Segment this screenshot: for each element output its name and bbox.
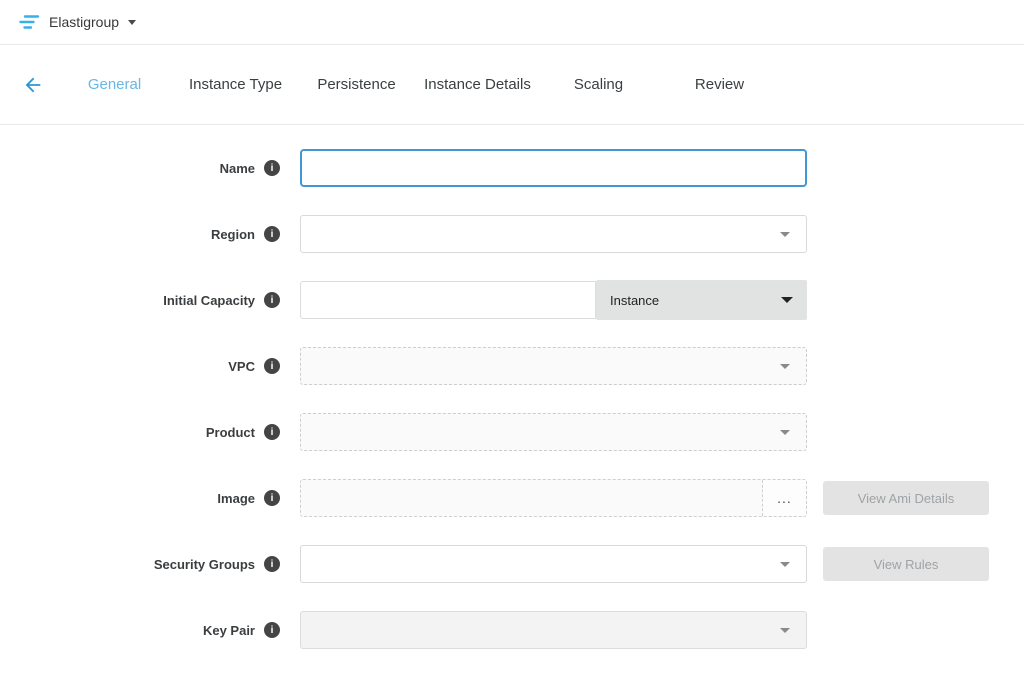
tab-scaling[interactable]: Scaling — [538, 76, 659, 93]
product-select — [300, 413, 807, 451]
tab-instance-details[interactable]: Instance Details — [417, 76, 538, 93]
top-bar: Elastigroup — [0, 0, 1024, 45]
info-icon[interactable]: i — [264, 358, 280, 374]
image-input: ... — [300, 479, 807, 517]
info-icon[interactable]: i — [264, 556, 280, 572]
chevron-down-icon — [781, 297, 793, 303]
info-icon[interactable]: i — [264, 622, 280, 638]
tab-persistence[interactable]: Persistence — [296, 76, 417, 93]
info-icon[interactable]: i — [264, 292, 280, 308]
tab-review[interactable]: Review — [659, 76, 780, 93]
general-form: Name i Region i Initial Capacity i Inst — [0, 125, 1024, 649]
field-row-security-groups: Security Groups i View Rules — [0, 545, 1024, 583]
chevron-down-icon — [780, 430, 790, 435]
field-row-name: Name i — [0, 149, 1024, 187]
info-icon[interactable]: i — [264, 226, 280, 242]
region-select[interactable] — [300, 215, 807, 253]
info-icon[interactable]: i — [264, 490, 280, 506]
key-pair-select[interactable] — [300, 611, 807, 649]
capacity-unit-select[interactable]: Instance — [596, 280, 807, 320]
field-label: Product — [206, 425, 255, 440]
info-icon[interactable]: i — [264, 160, 280, 176]
field-label: Initial Capacity — [163, 293, 255, 308]
image-input-value — [301, 480, 762, 516]
back-button[interactable] — [20, 72, 46, 98]
brand-name: Elastigroup — [49, 14, 119, 30]
back-arrow-icon — [22, 74, 44, 96]
field-row-region: Region i — [0, 215, 1024, 253]
initial-capacity-input[interactable] — [300, 281, 596, 319]
tab-general[interactable]: General — [54, 76, 175, 93]
field-row-product: Product i — [0, 413, 1024, 451]
view-rules-button[interactable]: View Rules — [823, 547, 989, 581]
field-row-image: Image i ... View Ami Details — [0, 479, 1024, 517]
chevron-down-icon — [780, 232, 790, 237]
field-label: Key Pair — [203, 623, 255, 638]
tab-instance-type[interactable]: Instance Type — [175, 76, 296, 93]
field-row-vpc: VPC i — [0, 347, 1024, 385]
brand-menu[interactable]: Elastigroup — [18, 14, 136, 30]
chevron-down-icon — [780, 562, 790, 567]
view-ami-details-button[interactable]: View Ami Details — [823, 481, 989, 515]
elastigroup-logo-icon — [18, 14, 40, 30]
name-input[interactable] — [300, 149, 807, 187]
chevron-down-icon — [128, 20, 136, 25]
info-icon[interactable]: i — [264, 424, 280, 440]
field-label: Region — [211, 227, 255, 242]
field-row-key-pair: Key Pair i — [0, 611, 1024, 649]
field-row-initial-capacity: Initial Capacity i Instance — [0, 281, 1024, 319]
security-groups-select[interactable] — [300, 545, 807, 583]
field-label: Name — [220, 161, 255, 176]
field-label: Image — [217, 491, 255, 506]
browse-image-button[interactable]: ... — [762, 480, 806, 516]
field-label: VPC — [228, 359, 255, 374]
tab-bar: General Instance Type Persistence Instan… — [0, 45, 1024, 125]
field-label: Security Groups — [154, 557, 255, 572]
capacity-unit-value: Instance — [610, 293, 659, 308]
chevron-down-icon — [780, 364, 790, 369]
vpc-select — [300, 347, 807, 385]
chevron-down-icon — [780, 628, 790, 633]
